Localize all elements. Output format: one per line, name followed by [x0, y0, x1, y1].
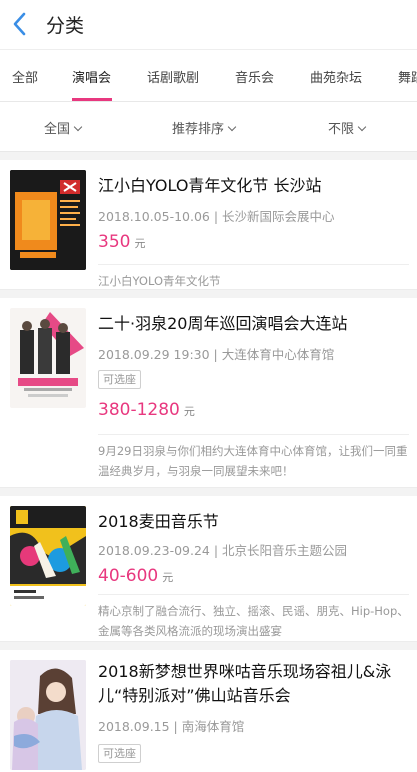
event-description: 9月29日羽泉与你们相约大连体育中心体育馆，让我们一同重温经典岁月，与羽泉一同展… [98, 434, 409, 484]
event-venue: 南海体育馆 [181, 719, 245, 734]
list-spacer [0, 488, 417, 496]
price-unit: 元 [134, 237, 146, 250]
event-price: 380-1280 元 [98, 400, 195, 420]
event-list-item[interactable]: 2018新梦想世界咪咕音乐现场容祖儿&泳儿“特别派对”佛山站音乐会 2018.0… [0, 650, 417, 770]
event-title[interactable]: 江小白YOLO青年文化节 长沙站 [98, 174, 407, 198]
event-list-item[interactable]: 江小白YOLO青年文化节 长沙站 2018.10.05-10.06 | 长沙新国… [0, 160, 417, 290]
seat-selection-badge: 可选座 [98, 744, 141, 763]
tab-all[interactable]: 全部 [12, 67, 38, 86]
event-poster [10, 660, 86, 770]
event-poster [10, 308, 86, 408]
event-list-item[interactable]: 2018麦田音乐节 2018.09.23-09.24 | 北京长阳音乐主题公园 … [0, 496, 417, 642]
event-date-venue: 2018.09.23-09.24 | 北京长阳音乐主题公园 [98, 543, 348, 558]
event-venue: 长沙新国际会展中心 [222, 209, 335, 224]
event-list-item[interactable]: 二十·羽泉20周年巡回演唱会大连站 2018.09.29 19:30 | 大连体… [0, 298, 417, 488]
event-description: 精心京制了融合流行、独立、摇滚、民谣、朋克、Hip-Hop、金属等各类风格流派的… [98, 594, 409, 642]
event-price: 40-600 元 [98, 566, 173, 586]
tab-concert[interactable]: 演唱会 [72, 67, 111, 86]
event-title[interactable]: 2018新梦想世界咪咕音乐现场容祖儿&泳儿“特别派对”佛山站音乐会 [98, 660, 407, 708]
price-value: 40-600 [98, 566, 159, 586]
event-venue: 北京长阳音乐主题公园 [222, 543, 348, 558]
city-filter-label: 全国 [44, 122, 71, 137]
tab-drama-opera[interactable]: 话剧歌剧 [147, 67, 199, 86]
price-unit: 元 [183, 405, 195, 418]
event-date-venue: 2018.09.29 19:30 | 大连体育中心体育馆 [98, 347, 335, 362]
top-bar: 分类 [0, 0, 417, 50]
event-poster [10, 506, 86, 606]
price-value: 380-1280 [98, 400, 180, 420]
price-unit: 元 [162, 571, 174, 584]
city-filter[interactable]: 全国 [44, 118, 83, 137]
tab-dance[interactable]: 舞蹈 [398, 67, 417, 86]
time-filter-label: 不限 [328, 122, 355, 137]
event-description: 江小白YOLO青年文化节 [98, 264, 409, 290]
sort-filter-label: 推荐排序 [172, 122, 225, 137]
event-date: 2018.10.05-10.06 [98, 209, 210, 224]
event-venue: 大连体育中心体育馆 [221, 347, 335, 362]
list-spacer [0, 152, 417, 160]
tab-music-concert[interactable]: 音乐会 [235, 67, 274, 86]
seat-selection-badge: 可选座 [98, 370, 141, 389]
filter-bar: 全国 推荐排序 不限 [0, 102, 417, 152]
event-poster [10, 170, 86, 270]
chevron-down-icon [73, 122, 83, 132]
event-title[interactable]: 二十·羽泉20周年巡回演唱会大连站 [98, 312, 407, 336]
event-price: 350 元 [98, 232, 145, 252]
event-date-venue: 2018.10.05-10.06 | 长沙新国际会展中心 [98, 209, 335, 224]
event-date: 2018.09.15 [98, 719, 170, 734]
active-tab-indicator [72, 98, 112, 101]
price-value: 350 [98, 232, 131, 252]
sort-filter[interactable]: 推荐排序 [172, 118, 237, 137]
chevron-down-icon [357, 122, 367, 132]
event-date: 2018.09.29 19:30 [98, 347, 210, 362]
event-title[interactable]: 2018麦田音乐节 [98, 510, 407, 534]
time-filter[interactable]: 不限 [328, 118, 367, 137]
tab-folk-arts[interactable]: 曲苑杂坛 [310, 67, 362, 86]
list-spacer [0, 290, 417, 298]
page-title: 分类 [46, 15, 85, 37]
event-date: 2018.09.23-09.24 [98, 543, 210, 558]
back-arrow-icon[interactable] [8, 9, 34, 39]
list-spacer [0, 642, 417, 650]
chevron-down-icon [227, 122, 237, 132]
event-date-venue: 2018.09.15 | 南海体育馆 [98, 719, 245, 734]
category-tabs: 全部 演唱会 话剧歌剧 音乐会 曲苑杂坛 舞蹈 [0, 50, 417, 102]
